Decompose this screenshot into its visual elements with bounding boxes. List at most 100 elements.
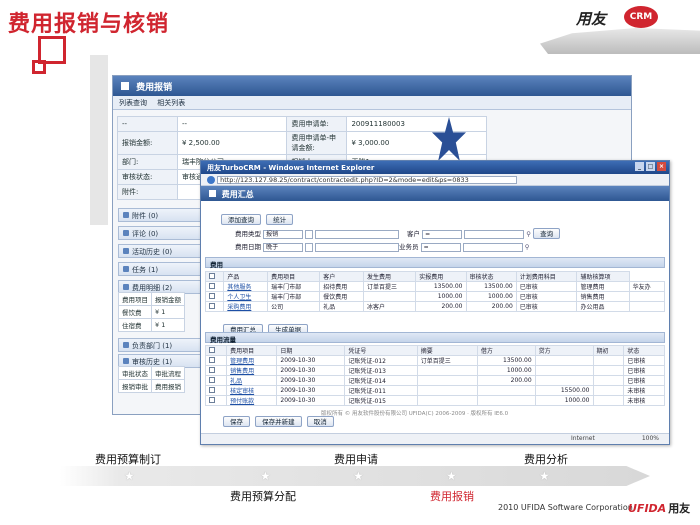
row-select[interactable] <box>204 301 225 312</box>
cancel-button[interactable]: 取消 <box>306 416 334 427</box>
side-table-detail: 费用项目 报销金额 餐饮费 ¥ 1 住宿费 ¥ 1 <box>118 292 185 332</box>
grid-cell[interactable]: 管理费用 <box>226 355 278 366</box>
toolbar-related[interactable]: 相关列表 <box>157 99 185 107</box>
grid-header[interactable]: 发生费用 <box>363 271 417 282</box>
filter-sales-input[interactable] <box>462 242 523 252</box>
grid-header[interactable]: 状态 <box>623 345 665 356</box>
filter-date-input[interactable] <box>315 242 400 252</box>
grid-header[interactable]: 期初 <box>592 345 625 356</box>
row-select[interactable] <box>204 281 225 292</box>
row-select[interactable] <box>204 291 225 302</box>
expense-grid: 产品 费用项目 客户 发生费用 实报费用 审核状态 计划费用科目 辅助核算项 其他服务 瑞丰门市部… <box>204 271 666 312</box>
grid-header[interactable] <box>204 271 225 282</box>
save-button[interactable]: 保存 <box>223 416 250 427</box>
grid-cell[interactable]: 礼品 <box>226 375 278 386</box>
search-icon[interactable]: ⚲ <box>525 243 530 251</box>
grid-cell[interactable]: 2009-10-30 <box>276 355 346 366</box>
minimize-icon[interactable]: _ <box>635 162 644 171</box>
side-table-approval: 审批状态 审批流程 报销审批 费用报销 <box>118 366 185 393</box>
table-row: 礼品 2009-10-30 记账凭证-014 200.00 已审核 <box>204 375 665 386</box>
toolbar-list[interactable]: 列表查询 <box>119 99 147 107</box>
filter-customer-input[interactable] <box>464 229 525 239</box>
grid-header[interactable]: 产品 <box>223 271 269 282</box>
search-icon[interactable]: ⚲ <box>526 230 531 238</box>
grid-cell[interactable]: 采购费用 <box>223 301 269 312</box>
grid-cell[interactable]: 其他服务 <box>223 281 269 292</box>
timeline-star-icon: ★ <box>260 469 271 483</box>
grid-cell: 办公用品 <box>576 301 630 312</box>
grid-cell: 已审核 <box>515 281 578 292</box>
grid-header[interactable]: 辅助核算项 <box>576 271 630 282</box>
grid-header[interactable]: 审核状态 <box>465 271 517 282</box>
side-item[interactable]: 任务 (1) <box>118 262 202 276</box>
grid-cell: 餐饮费用 <box>319 291 365 302</box>
filter-date-select[interactable]: 晚于 <box>263 242 304 252</box>
grid-header[interactable]: 费用项目 <box>267 271 321 282</box>
address-input[interactable]: http://123.127.98.25/contract/contracted… <box>217 176 518 184</box>
grid-cell: 1000.00 <box>465 291 517 302</box>
address-bar: http://123.127.98.25/contract/contracted… <box>201 174 669 186</box>
ie-icon <box>207 176 215 184</box>
row-checkbox[interactable] <box>209 356 215 363</box>
row-checkbox[interactable] <box>209 302 215 309</box>
side-item[interactable]: 评论 (0) <box>118 226 202 240</box>
grid-header[interactable]: 实报费用 <box>415 271 467 282</box>
select-all-checkbox[interactable] <box>209 346 215 353</box>
stat-button[interactable]: 统计 <box>266 214 294 225</box>
select-all-checkbox[interactable] <box>209 272 215 279</box>
dropdown-icon[interactable] <box>305 229 314 239</box>
grid-header[interactable]: 计划费用科目 <box>515 271 578 282</box>
grid-header[interactable]: 凭证号 <box>344 345 418 356</box>
grid-header[interactable]: 摘要 <box>416 345 478 356</box>
side-item[interactable]: 活动历史 (0) <box>118 244 202 258</box>
filter-sales-select[interactable]: = <box>420 242 461 252</box>
row-select[interactable] <box>204 355 228 366</box>
grid-cell <box>416 375 478 386</box>
grid-header[interactable]: 贷方 <box>534 345 594 356</box>
row-select[interactable] <box>204 395 228 406</box>
row-checkbox[interactable] <box>209 386 215 393</box>
side-item[interactable]: 负责部门 (1) <box>118 338 202 352</box>
grid-cell: 200.00 <box>415 301 467 312</box>
grid-cell[interactable]: 预付账款 <box>226 395 278 406</box>
maximize-icon[interactable]: □ <box>646 162 655 171</box>
grid-cell[interactable]: 瑞丰门市部 <box>267 281 321 292</box>
grid-header[interactable]: 客户 <box>319 271 365 282</box>
grid-cell[interactable]: 销售费用 <box>226 365 278 376</box>
grid-header[interactable]: 借方 <box>476 345 536 356</box>
row-checkbox[interactable] <box>209 396 215 403</box>
row-checkbox[interactable] <box>209 292 215 299</box>
grid-header-row: 产品 费用项目 客户 发生费用 实报费用 审核状态 计划费用科目 辅助核算项 <box>204 271 665 282</box>
row-select[interactable] <box>204 385 228 396</box>
grid-cell[interactable]: 核定审核 <box>226 385 278 396</box>
grid-cell[interactable]: 2009-10-30 <box>276 375 346 386</box>
section-flow: 费用流量 <box>205 332 665 344</box>
add-query-button[interactable]: 添加查询 <box>221 214 261 225</box>
grid-header[interactable]: 费用项目 <box>226 345 278 356</box>
grid-header[interactable]: 日期 <box>276 345 346 356</box>
grid-cell[interactable]: 2009-10-30 <box>276 365 346 376</box>
filter-type-input[interactable] <box>315 229 400 239</box>
filter-type-select[interactable]: 报销 <box>263 229 304 239</box>
dropdown-icon[interactable] <box>305 242 314 252</box>
row-select[interactable] <box>204 375 228 386</box>
grid-header[interactable] <box>204 345 228 356</box>
filter-customer-select[interactable]: = <box>422 229 463 239</box>
grid-cell[interactable]: 个人卫生 <box>223 291 269 302</box>
close-icon[interactable]: × <box>657 162 666 171</box>
row-checkbox[interactable] <box>209 376 215 383</box>
row-checkbox[interactable] <box>209 282 215 289</box>
search-button[interactable]: 查询 <box>533 228 561 239</box>
filter-date-label: 费用日期 <box>235 243 261 251</box>
grid-cell: 订单百提三 <box>416 355 478 366</box>
row-checkbox[interactable] <box>209 366 215 373</box>
save-new-button[interactable]: 保存并新建 <box>255 416 302 427</box>
grid-cell[interactable]: 2009-10-30 <box>276 395 346 406</box>
grid-cell[interactable]: 瑞丰门市部 <box>267 291 321 302</box>
zoom-label[interactable]: 100% <box>642 435 659 442</box>
grid-cell[interactable]: 2009-10-30 <box>276 385 346 396</box>
table-cell: 费用报销 <box>151 379 185 393</box>
side-item[interactable]: 附件 (0) <box>118 208 202 222</box>
grid-cell[interactable]: 公司 <box>267 301 321 312</box>
row-select[interactable] <box>204 365 228 376</box>
